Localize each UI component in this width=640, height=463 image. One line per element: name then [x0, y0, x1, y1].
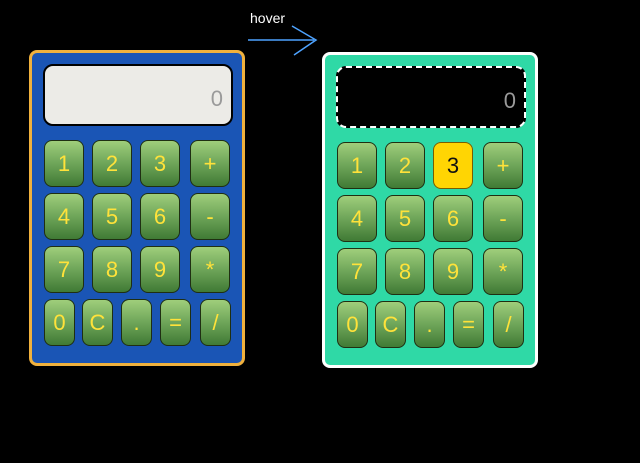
- key-minus[interactable]: -: [483, 195, 523, 242]
- key-decimal[interactable]: .: [414, 301, 445, 348]
- key-6[interactable]: 6: [140, 193, 180, 240]
- key-0[interactable]: 0: [44, 299, 75, 346]
- key-1[interactable]: 1: [337, 142, 377, 189]
- key-multiply[interactable]: *: [190, 246, 230, 293]
- key-0[interactable]: 0: [337, 301, 368, 348]
- calculator-display-hover: 0: [336, 66, 526, 128]
- key-plus[interactable]: +: [190, 140, 230, 187]
- key-divide[interactable]: /: [200, 299, 231, 346]
- key-clear[interactable]: C: [82, 299, 113, 346]
- arrow-right-icon: [248, 25, 318, 56]
- key-7[interactable]: 7: [337, 248, 377, 295]
- calculator-normal: 0 1 2 3 + 4 5 6 - 7 8 9 * 0 C . = /: [29, 50, 245, 366]
- calculator-hovered: 0 1 2 3 + 4 5 6 - 7 8 9 * 0 C . = /: [322, 52, 538, 368]
- key-7[interactable]: 7: [44, 246, 84, 293]
- key-5[interactable]: 5: [385, 195, 425, 242]
- key-9[interactable]: 9: [433, 248, 473, 295]
- key-3-hovered[interactable]: 3: [433, 142, 473, 189]
- key-8[interactable]: 8: [385, 248, 425, 295]
- calculator-display: 0: [43, 64, 233, 126]
- key-divide[interactable]: /: [493, 301, 524, 348]
- key-4[interactable]: 4: [337, 195, 377, 242]
- key-1[interactable]: 1: [44, 140, 84, 187]
- key-decimal[interactable]: .: [121, 299, 152, 346]
- key-8[interactable]: 8: [92, 246, 132, 293]
- key-multiply[interactable]: *: [483, 248, 523, 295]
- key-5[interactable]: 5: [92, 193, 132, 240]
- key-4[interactable]: 4: [44, 193, 84, 240]
- key-equals[interactable]: =: [160, 299, 191, 346]
- key-2[interactable]: 2: [92, 140, 132, 187]
- key-2[interactable]: 2: [385, 142, 425, 189]
- key-6[interactable]: 6: [433, 195, 473, 242]
- key-clear[interactable]: C: [375, 301, 406, 348]
- key-minus[interactable]: -: [190, 193, 230, 240]
- key-plus[interactable]: +: [483, 142, 523, 189]
- key-9[interactable]: 9: [140, 246, 180, 293]
- key-3[interactable]: 3: [140, 140, 180, 187]
- key-equals[interactable]: =: [453, 301, 484, 348]
